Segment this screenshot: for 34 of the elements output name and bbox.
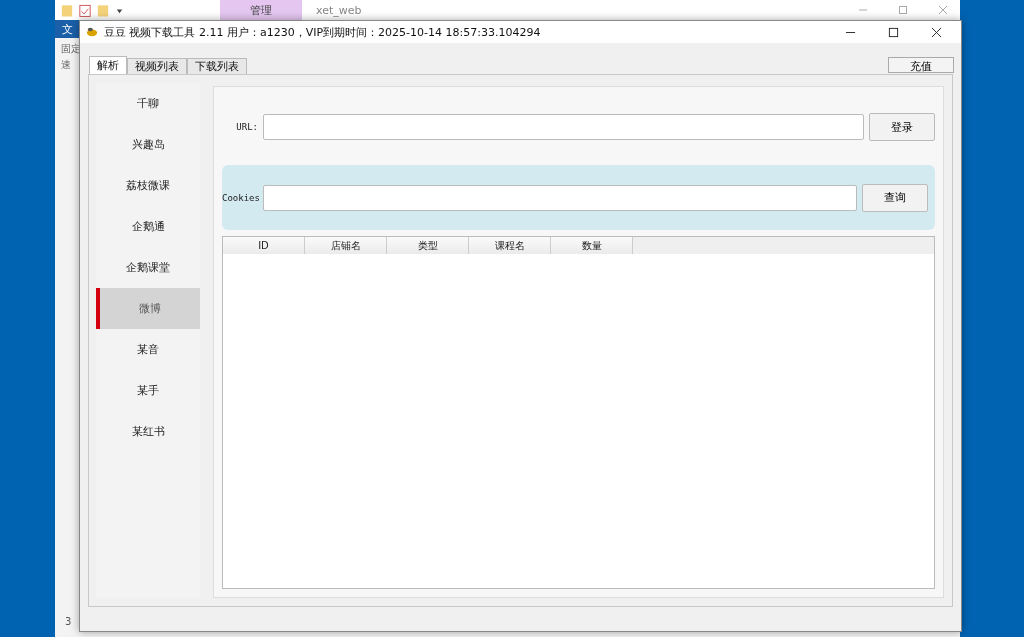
sidebar-item[interactable]: 荔枝微课 — [96, 165, 200, 206]
column-header[interactable]: ID — [223, 237, 305, 254]
cookies-label: Cookies — [222, 192, 258, 203]
tab[interactable]: 解析 — [89, 56, 127, 74]
ribbon-tab[interactable]: 管理 — [220, 0, 302, 20]
tab[interactable]: 下载列表 — [187, 58, 247, 74]
recharge-button[interactable]: 充值 — [888, 57, 954, 73]
folder-name: xet_web — [316, 3, 362, 17]
sidebar-item[interactable]: 微博 — [96, 288, 200, 329]
sidebar-item[interactable]: 某音 — [96, 329, 200, 370]
login-button[interactable]: 登录 — [869, 113, 935, 141]
sidebar-item[interactable]: 某手 — [96, 370, 200, 411]
sidebar-item[interactable]: 企鹅课堂 — [96, 247, 200, 288]
file-tab[interactable]: 文 — [55, 20, 79, 38]
ribbon-label: 速 — [61, 58, 71, 72]
column-header[interactable]: 类型 — [387, 237, 469, 254]
column-header[interactable]: 店铺名 — [305, 237, 387, 254]
url-field[interactable] — [263, 114, 864, 140]
cookies-field[interactable] — [263, 184, 857, 211]
column-header[interactable]: 课程名 — [469, 237, 551, 254]
close-icon[interactable] — [931, 26, 942, 38]
status-text: 3 — [65, 616, 72, 627]
sidebar-item[interactable]: 千聊 — [96, 83, 200, 124]
url-label: URL: — [235, 122, 258, 132]
sidebar-item[interactable]: 企鹅通 — [96, 206, 200, 247]
folder-icon — [97, 2, 109, 18]
column-header[interactable]: 数量 — [551, 237, 633, 254]
tab[interactable]: 视频列表 — [127, 58, 187, 74]
window-title: 豆豆 视频下载工具 2.11 用户：a1230，VIP到期时间：2025-10-14 18:57:33.104294 — [104, 24, 541, 40]
maximize-icon[interactable] — [888, 26, 899, 38]
sidebar-item[interactable]: 兴趣岛 — [96, 124, 200, 165]
folder-icon — [61, 2, 73, 18]
sidebar-item[interactable]: 某红书 — [96, 411, 200, 452]
query-button[interactable]: 查询 — [862, 183, 928, 212]
